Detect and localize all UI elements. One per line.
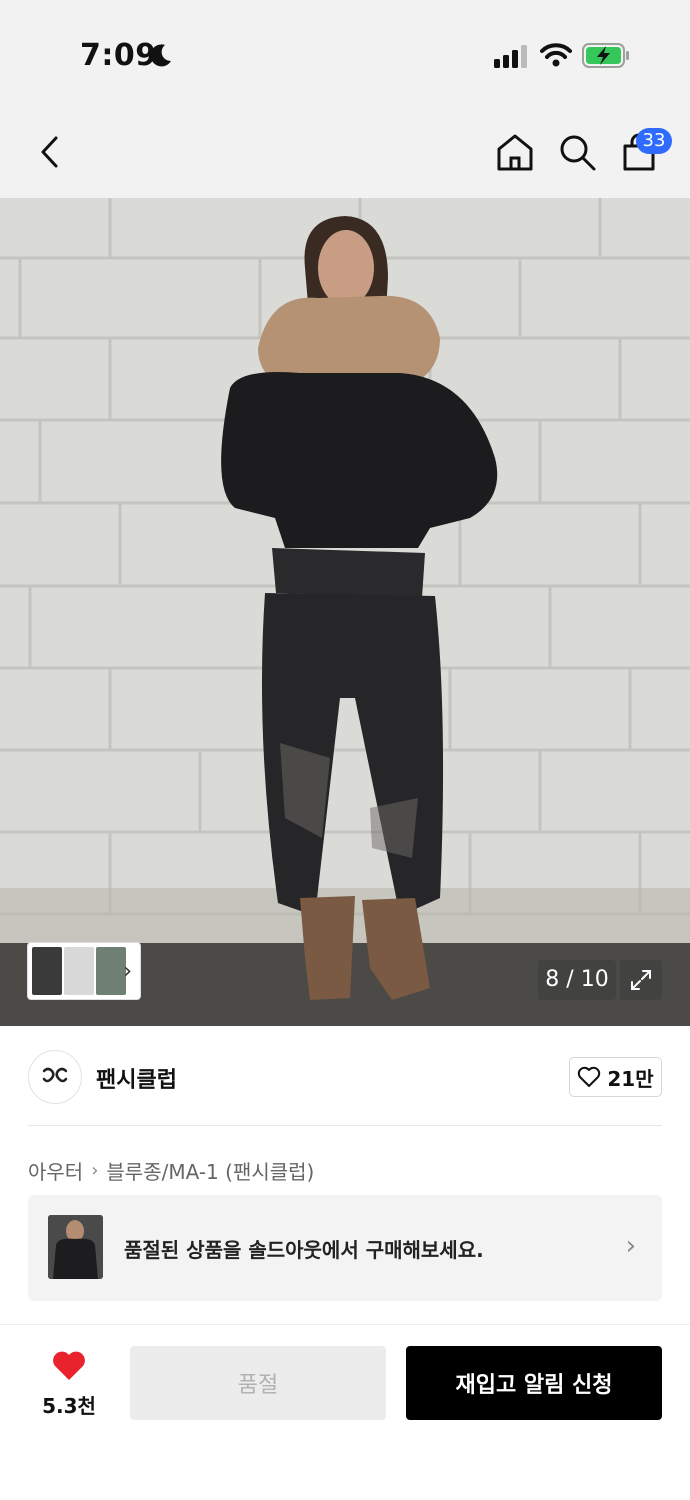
heart-filled-icon <box>53 1351 85 1380</box>
divider <box>28 1125 662 1126</box>
product-photo <box>0 198 690 1026</box>
thumbnail-3[interactable] <box>96 947 126 995</box>
restock-alert-button[interactable]: 재입고 알림 신청 <box>406 1346 662 1420</box>
brand-like-button[interactable]: 21만 <box>569 1057 662 1097</box>
home-button[interactable] <box>493 128 537 176</box>
brand-like-count: 21만 <box>607 1066 654 1091</box>
status-bar: 7:09 <box>0 0 690 110</box>
top-nav-bar <box>0 110 690 198</box>
breadcrumb-item-blouson[interactable]: 블루종/MA-1 (팬시클럽) <box>106 1156 314 1185</box>
brand-logo-mark <box>42 1067 68 1083</box>
battery-charging-icon <box>582 43 629 68</box>
back-button[interactable] <box>28 130 72 174</box>
thumbnail-strip[interactable]: › <box>27 942 141 1000</box>
thumbnail-1[interactable] <box>32 947 62 995</box>
soldout-button: 품절 <box>130 1346 386 1420</box>
brand-name[interactable]: 팬시클럽 <box>96 1062 177 1094</box>
soldout-promo-banner[interactable]: 품절된 상품을 솔드아웃에서 구매해보세요. › <box>28 1195 662 1301</box>
wishlist-count: 5.3천 <box>42 1394 96 1418</box>
banner-product-thumbnail <box>48 1215 103 1279</box>
search-button[interactable] <box>555 128 599 176</box>
moon-icon <box>150 44 171 67</box>
expand-icon <box>631 970 651 990</box>
thumbnail-2[interactable] <box>64 947 94 995</box>
chevron-right-icon: › <box>91 1160 99 1181</box>
breadcrumb-item-outer[interactable]: 아우터 <box>28 1156 83 1185</box>
cart-count-badge: 33 <box>636 128 672 154</box>
breadcrumb: 아우터 › 블루종/MA-1 (팬시클럽) <box>28 1156 314 1185</box>
chevron-left-icon <box>41 136 58 168</box>
search-icon <box>560 135 596 171</box>
chevron-right-icon: › <box>123 959 132 984</box>
wifi-icon <box>540 43 572 67</box>
home-icon <box>497 134 533 171</box>
chevron-right-icon: › <box>625 1231 636 1261</box>
expand-button[interactable] <box>620 960 662 1000</box>
divider <box>0 1324 690 1325</box>
status-time: 7:09 <box>80 38 157 73</box>
image-counter: 8 / 10 <box>538 960 616 1000</box>
wishlist-button[interactable] <box>40 1350 98 1386</box>
cellular-signal-icon <box>494 45 527 68</box>
product-detail-page: 7:09 33 › 8 / 10 팬시클럽 21만 아우터 › 블루종/MA-1… <box>0 0 690 1500</box>
heart-outline-icon <box>578 1066 601 1087</box>
banner-text: 품절된 상품을 솔드아웃에서 구매해보세요. <box>124 1238 484 1262</box>
brand-logo[interactable] <box>28 1050 82 1104</box>
product-image-gallery[interactable]: › 8 / 10 <box>0 198 690 1026</box>
